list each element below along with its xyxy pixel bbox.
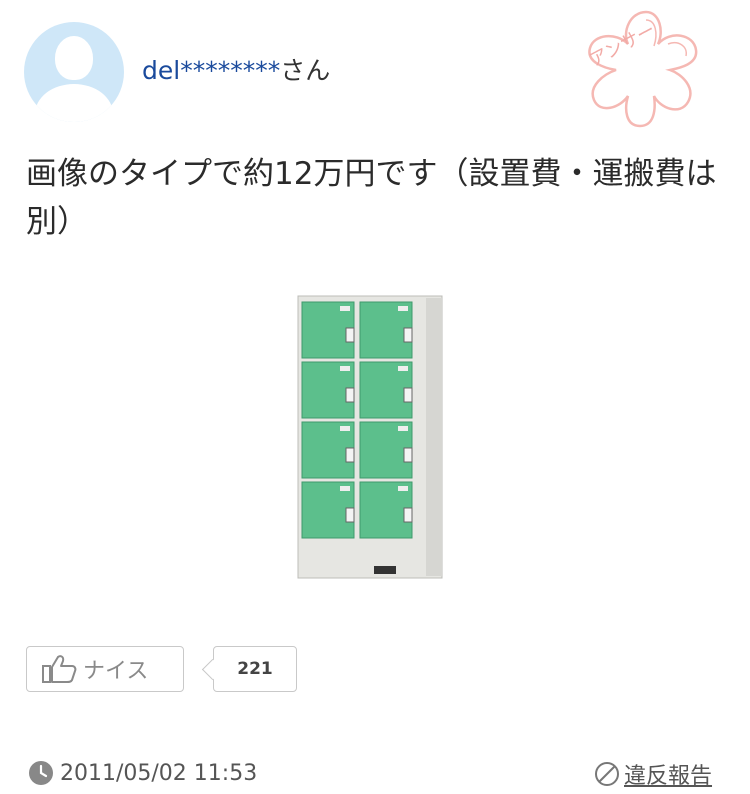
report-label: 違反報告 <box>624 764 713 789</box>
thumbs-up-icon <box>42 655 77 683</box>
locker-number-plate <box>340 306 350 311</box>
locker-handle <box>403 447 413 463</box>
like-count-badge: 221 <box>213 646 297 692</box>
locker-handle <box>345 447 355 463</box>
avatar-head-shape <box>55 36 93 80</box>
answer-timestamp: 2011/05/02 11:53 <box>28 760 257 786</box>
locker-image[interactable] <box>278 290 474 590</box>
timestamp-text: 2011/05/02 11:53 <box>60 760 258 786</box>
username-text: del******** <box>142 56 281 85</box>
locker-number-plate <box>340 426 350 431</box>
locker-handle <box>345 387 355 403</box>
answer-body: 画像のタイプで約12万円です（設置費・運搬費は別） <box>26 156 717 240</box>
locker-handle <box>403 387 413 403</box>
like-count: 221 <box>237 659 273 679</box>
locker-handle <box>403 507 413 523</box>
prohibited-icon <box>595 762 619 786</box>
locker-number-plate <box>398 486 408 491</box>
clock-icon <box>29 761 53 785</box>
locker-handle <box>345 327 355 343</box>
locker-number-plate <box>398 306 408 311</box>
like-label: ナイス <box>83 659 149 684</box>
username-honorific: さん <box>280 56 331 85</box>
locker-handle <box>403 327 413 343</box>
report-link[interactable]: 違反報告 <box>594 758 712 790</box>
like-button[interactable]: ナイス <box>26 646 184 692</box>
avatar-shoulders-shape <box>35 84 113 122</box>
user-avatar[interactable] <box>24 22 124 122</box>
username-link[interactable]: del********さん <box>142 54 330 88</box>
locker-handle <box>345 507 355 523</box>
locker-number-plate <box>340 486 350 491</box>
locker-number-plate <box>340 366 350 371</box>
locker-number-plate <box>398 426 408 431</box>
locker-number-plate <box>398 366 408 371</box>
